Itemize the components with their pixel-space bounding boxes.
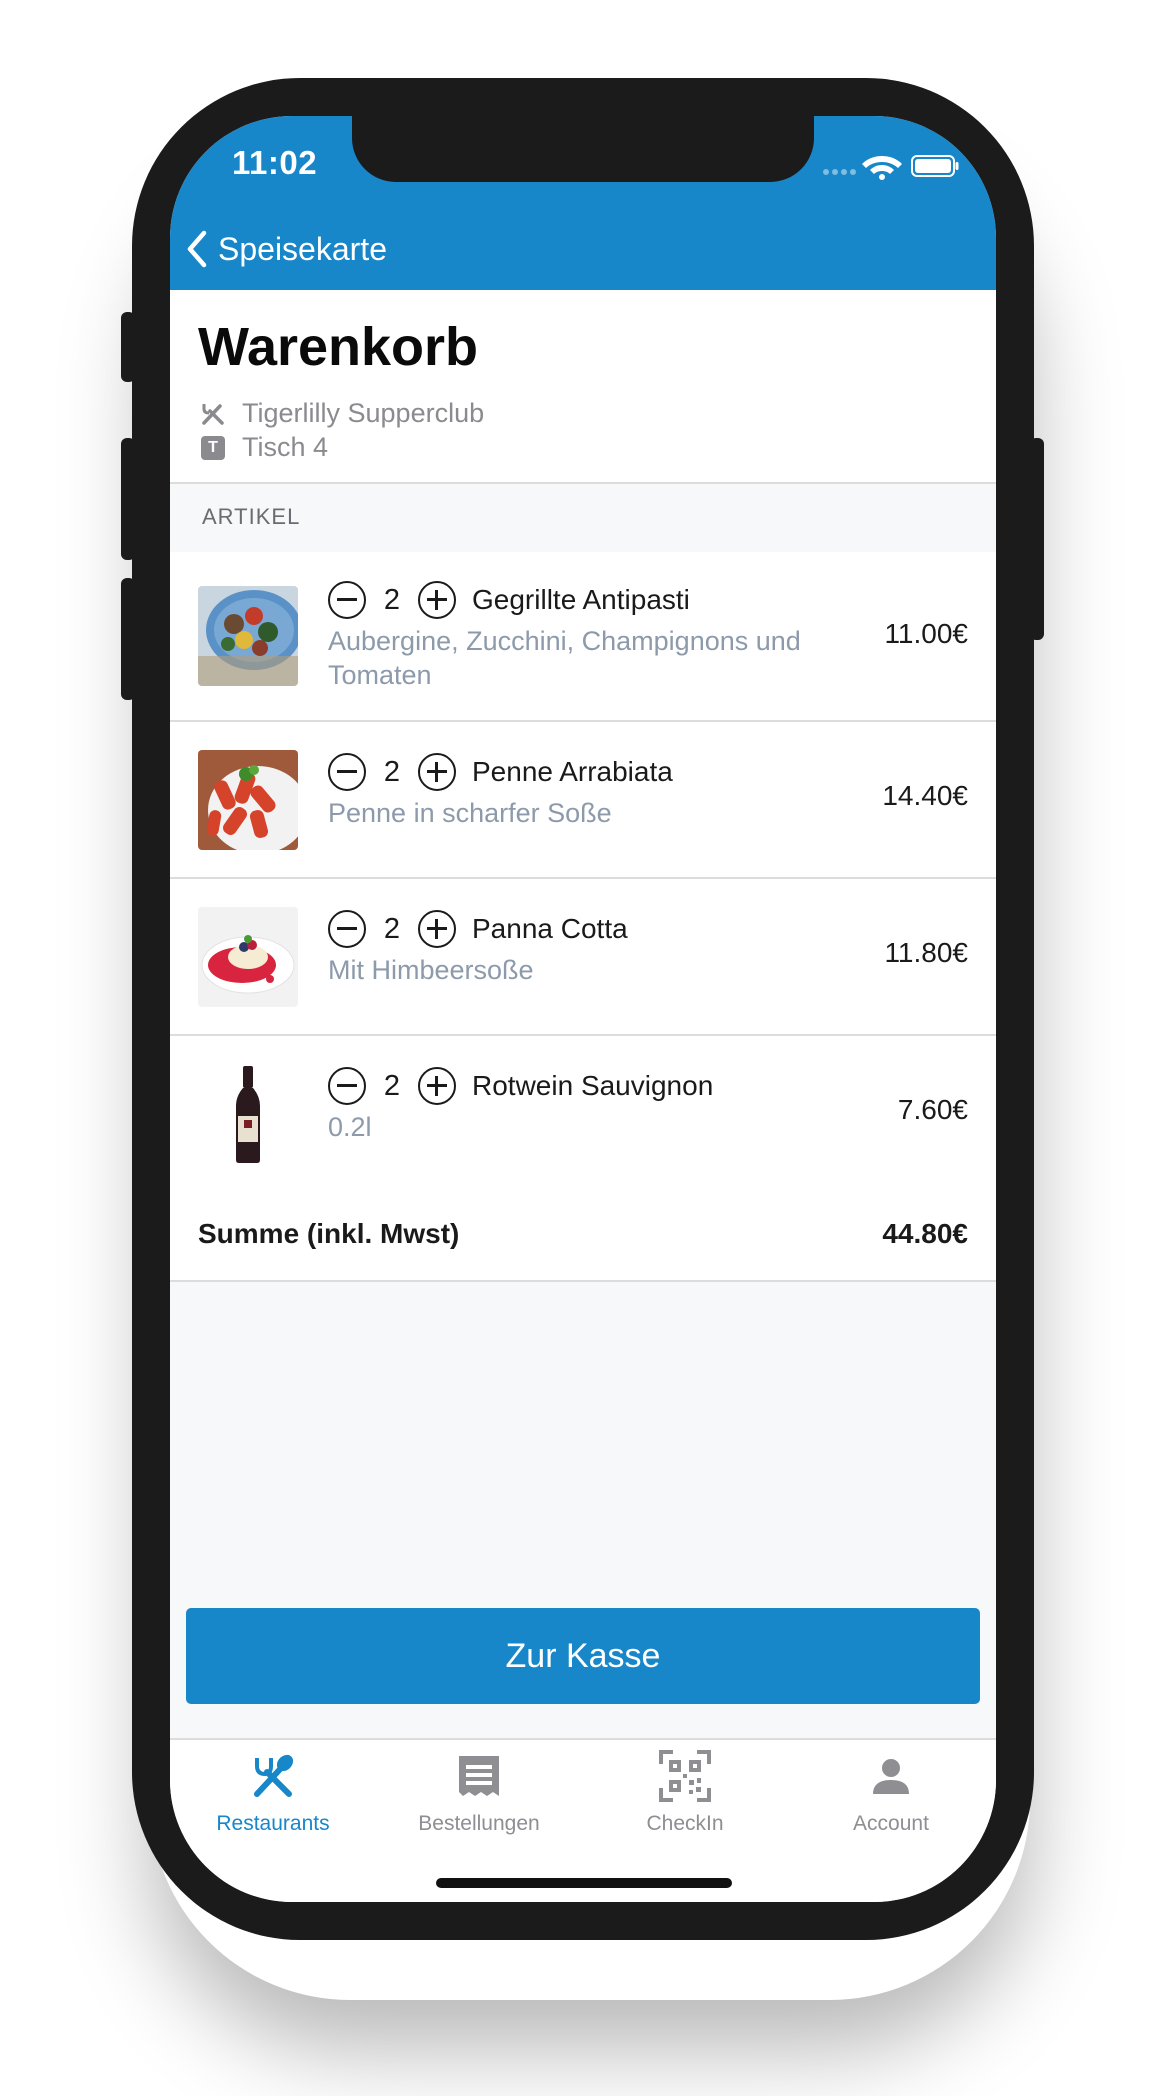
item-description: 0.2l [328,1112,372,1142]
decrease-quantity-button[interactable] [328,910,366,948]
decrease-quantity-button[interactable] [328,581,366,619]
back-label: Speisekarte [218,230,387,267]
home-indicator[interactable] [436,1878,732,1888]
item-price: 7.60€ [897,1094,968,1125]
section-label: ARTIKEL [202,504,301,529]
tab-checkin[interactable]: CheckIn [582,1748,788,1848]
item-name: Penne Arrabiata [472,756,673,787]
section-header: ARTIKEL [170,484,996,552]
back-button[interactable]: Speisekarte [186,224,387,274]
item-image [198,750,298,850]
wifi-icon [862,156,902,180]
table-icon: T [198,433,228,463]
table-row: T Tisch 4 [198,432,328,463]
increase-quantity-button[interactable] [418,581,456,619]
summary-total: 44.80€ [882,1218,968,1249]
item-name: Rotwein Sauvignon [472,1070,714,1101]
status-time: 11:02 [232,144,318,181]
increase-quantity-button[interactable] [418,1067,456,1105]
item-quantity: 2 [383,1069,401,1102]
receipt-icon [376,1748,582,1804]
qr-code-icon [582,1748,788,1804]
quantity-stepper: 2 Penne Arrabiata [328,752,673,792]
quantity-stepper: 2 Gegrillte Antipasti [328,580,690,620]
item-price: 14.40€ [882,780,968,811]
item-quantity: 2 [383,755,401,788]
list-item[interactable]: 2 Rotwein Sauvignon 0.2l 7.60€ [170,1036,996,1193]
tab-label: CheckIn [646,1812,724,1835]
item-description: Penne in scharfer Soße [328,798,612,828]
item-name: Gegrillte Antipasti [472,584,690,615]
checkout-button[interactable]: Zur Kasse [186,1608,980,1704]
quantity-stepper: 2 Panna Cotta [328,909,628,949]
list-item[interactable]: 2 Panna Cotta Mit Himbeersoße 11.80€ [170,879,996,1036]
decrease-quantity-button[interactable] [328,753,366,791]
item-image [198,586,298,686]
status-icons [820,152,960,180]
tab-label: Account [853,1812,929,1835]
app-screen: 11:02 Speisekarte Warenkorb Tigerlilly S… [170,116,996,1902]
tab-label: Restaurants [216,1812,330,1835]
item-price: 11.80€ [884,937,968,968]
device-notch [352,116,814,182]
summary-label: Summe (inkl. Mwst) [198,1218,460,1249]
item-price: 11.00€ [884,618,968,649]
item-description: Mit Himbeersoße [328,955,534,985]
tab-restaurants[interactable]: Restaurants [170,1748,376,1848]
navigation-bar: 11:02 Speisekarte [170,116,996,290]
item-description: Aubergine, Zucchini, Champignons und Tom… [328,626,801,690]
item-name: Panna Cotta [472,913,628,944]
list-item[interactable]: 2 Gegrillte Antipasti Aubergine, Zucchin… [170,552,996,722]
cutlery-icon [198,399,228,429]
restaurant-row: Tigerlilly Supperclub [198,398,484,429]
user-icon [788,1748,994,1804]
item-image [198,907,298,1007]
tab-label: Bestellungen [418,1812,540,1835]
page-title: Warenkorb [198,317,479,377]
item-quantity: 2 [383,912,401,945]
order-summary: Summe (inkl. Mwst) 44.80€ [170,1190,996,1282]
cart-header: Warenkorb Tigerlilly Supperclub T Tisch … [170,290,996,484]
list-item[interactable]: 2 Penne Arrabiata Penne in scharfer Soße… [170,722,996,879]
increase-quantity-button[interactable] [418,910,456,948]
decrease-quantity-button[interactable] [328,1067,366,1105]
cart-items: 2 Gegrillte Antipasti Aubergine, Zucchin… [170,552,996,1193]
tab-bestellungen[interactable]: Bestellungen [376,1748,582,1848]
signal-icon [823,169,856,175]
restaurant-name: Tigerlilly Supperclub [242,398,485,428]
tab-account[interactable]: Account [788,1748,994,1848]
chevron-left-icon [187,230,207,268]
quantity-stepper: 2 Rotwein Sauvignon [328,1066,713,1106]
item-quantity: 2 [383,583,401,616]
item-image [198,1064,298,1164]
table-name: Tisch 4 [242,432,329,462]
cutlery-icon [170,1748,376,1804]
battery-icon [911,155,959,177]
increase-quantity-button[interactable] [418,753,456,791]
